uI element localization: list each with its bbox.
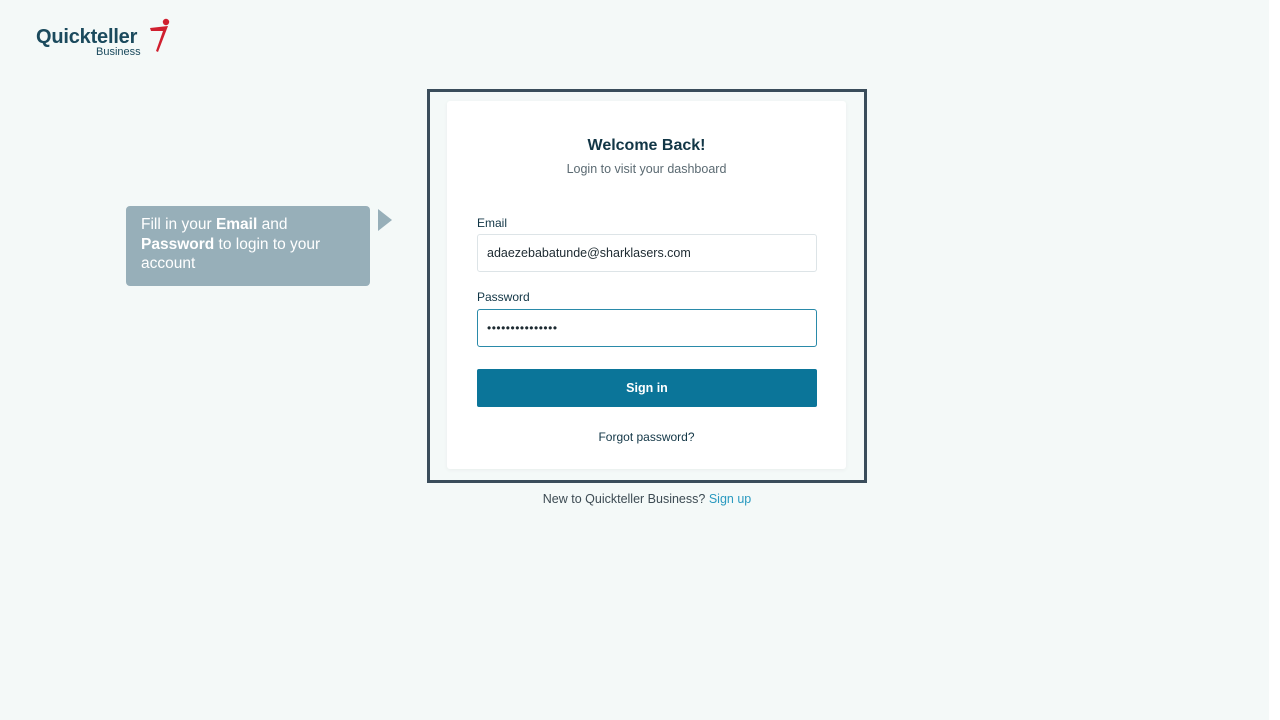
brand-logo[interactable]: Quickteller Business	[36, 18, 176, 60]
forgot-password-link[interactable]: Forgot password?	[447, 430, 846, 444]
email-field[interactable]	[477, 234, 817, 272]
email-label: Email	[477, 216, 508, 230]
tooltip-text-1: Fill in your	[141, 216, 216, 233]
brand-subname: Business	[96, 46, 141, 58]
instruction-tooltip: Fill in your Email and Password to login…	[126, 206, 370, 286]
tooltip-arrow-icon	[378, 209, 392, 231]
runner-mark-icon	[150, 18, 170, 52]
signup-prompt: New to Quickteller Business? Sign up	[427, 492, 867, 506]
login-card: Welcome Back! Login to visit your dashbo…	[447, 101, 846, 469]
tooltip-text-2: and	[257, 216, 288, 233]
signup-link[interactable]: Sign up	[709, 492, 751, 506]
password-field[interactable]	[477, 309, 817, 347]
tooltip-bold-password: Password	[141, 235, 215, 253]
password-label: Password	[477, 290, 530, 304]
signup-prompt-text: New to Quickteller Business?	[542, 492, 706, 506]
right-edge-strip	[1269, 0, 1280, 720]
page-title: Welcome Back!	[587, 137, 706, 154]
tooltip-bold-email: Email	[215, 216, 258, 233]
sign-in-button[interactable]: Sign in	[477, 369, 817, 407]
page-subtitle: Login to visit your dashboard	[566, 162, 727, 176]
